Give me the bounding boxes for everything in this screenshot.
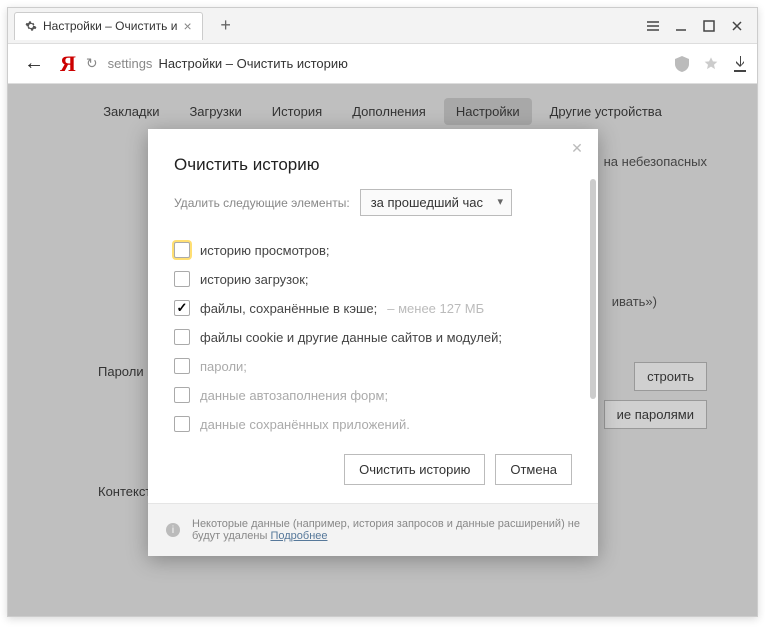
close-icon[interactable] <box>729 18 745 34</box>
checkbox-label: данные сохранённых приложений. <box>200 417 410 432</box>
minimize-icon[interactable] <box>673 18 689 34</box>
back-button[interactable]: ← <box>18 52 50 75</box>
nav-tab[interactable]: Другие устройства <box>538 98 674 125</box>
nav-tab[interactable]: Настройки <box>444 98 532 125</box>
bookmark-star-icon[interactable] <box>703 56 719 72</box>
gear-icon <box>25 20 37 32</box>
time-range-select[interactable]: за прошедший час <box>360 189 512 216</box>
shield-icon[interactable] <box>675 56 689 72</box>
page-content: ЗакладкиЗагрузки ИсторияДополненияНастрой… <box>8 84 757 616</box>
dialog-footer: i Некоторые данные (например, история за… <box>148 503 598 556</box>
window-controls <box>645 18 751 34</box>
checkbox-row: историю просмотров; <box>174 242 572 258</box>
maximize-icon[interactable] <box>701 18 717 34</box>
checkbox-label: историю просмотров; <box>200 243 329 258</box>
dialog-subtitle: Удалить следующие элементы: <box>174 196 350 210</box>
clear-history-dialog: ✕ Очистить историю Удалить следующие эле… <box>148 129 598 556</box>
checkbox[interactable] <box>174 416 190 432</box>
checkbox[interactable] <box>174 329 190 345</box>
checkbox-label: файлы cookie и другие данные сайтов и мо… <box>200 330 502 345</box>
checkbox-row: пароли; <box>174 358 572 374</box>
checkbox-label: данные автозаполнения форм; <box>200 388 388 403</box>
download-icon[interactable] <box>733 56 747 72</box>
menu-icon[interactable] <box>645 18 661 34</box>
new-tab-button[interactable]: + <box>213 13 239 39</box>
background-text: ивать») <box>612 294 657 309</box>
cancel-button[interactable]: Отмена <box>495 454 572 485</box>
nav-tab[interactable]: Дополнения <box>340 98 438 125</box>
checkbox[interactable] <box>174 242 190 258</box>
url-prefix: settings <box>108 56 153 71</box>
clear-history-button[interactable]: Очистить историю <box>344 454 485 485</box>
nav-tab[interactable]: Загрузки <box>177 98 253 125</box>
checkbox-row: данные сохранённых приложений. <box>174 416 572 432</box>
checkbox-label: пароли; <box>200 359 247 374</box>
checkbox-label: историю загрузок; <box>200 272 309 287</box>
section-label-passwords: Пароли <box>98 364 144 379</box>
tab-settings[interactable]: Настройки – Очистить и × <box>14 12 203 40</box>
background-button[interactable]: ие паролями <box>604 400 707 429</box>
footer-text: Некоторые данные (например, история запр… <box>192 518 580 542</box>
nav-tab[interactable]: Закладки <box>91 98 171 125</box>
checkbox[interactable] <box>174 358 190 374</box>
checkbox-row: историю загрузок; <box>174 271 572 287</box>
tab-close-icon[interactable]: × <box>183 18 191 34</box>
time-range-value: за прошедший час <box>371 195 483 210</box>
page-title: Настройки – Очистить историю <box>158 56 347 71</box>
checkbox-label: файлы, сохранённые в кэше; <box>200 301 377 316</box>
nav-tab[interactable]: История <box>260 98 334 125</box>
checkbox[interactable] <box>174 300 190 316</box>
checkbox[interactable] <box>174 387 190 403</box>
yandex-logo[interactable]: Я <box>60 51 76 77</box>
browser-window: Настройки – Очистить и × + ← Я ↻ setting… <box>7 7 758 617</box>
footer-link[interactable]: Подробнее <box>270 530 327 542</box>
checkbox[interactable] <box>174 271 190 287</box>
checkbox-list: историю просмотров; историю загрузок; файл… <box>174 242 572 432</box>
checkbox-row: данные автозаполнения форм; <box>174 387 572 403</box>
tab-strip: Настройки – Очистить и × + <box>8 8 757 44</box>
scrollbar[interactable] <box>590 179 596 399</box>
reload-icon[interactable]: ↻ <box>86 55 98 72</box>
address-bar: ← Я ↻ settings Настройки – Очистить исто… <box>8 44 757 84</box>
tab-title: Настройки – Очистить и <box>43 19 177 33</box>
address-field[interactable]: settings Настройки – Очистить историю <box>108 56 665 71</box>
background-text: на небезопасных <box>604 154 707 169</box>
background-button[interactable]: строить <box>634 362 707 391</box>
checkbox-row: файлы cookie и другие данные сайтов и мо… <box>174 329 572 345</box>
dialog-title: Очистить историю <box>174 155 572 175</box>
checkbox-extra: – менее 127 МБ <box>387 301 484 316</box>
info-icon: i <box>166 523 180 537</box>
checkbox-row: файлы, сохранённые в кэше; – менее 127 МБ <box>174 300 572 316</box>
dialog-close-button[interactable]: ✕ <box>568 139 586 157</box>
